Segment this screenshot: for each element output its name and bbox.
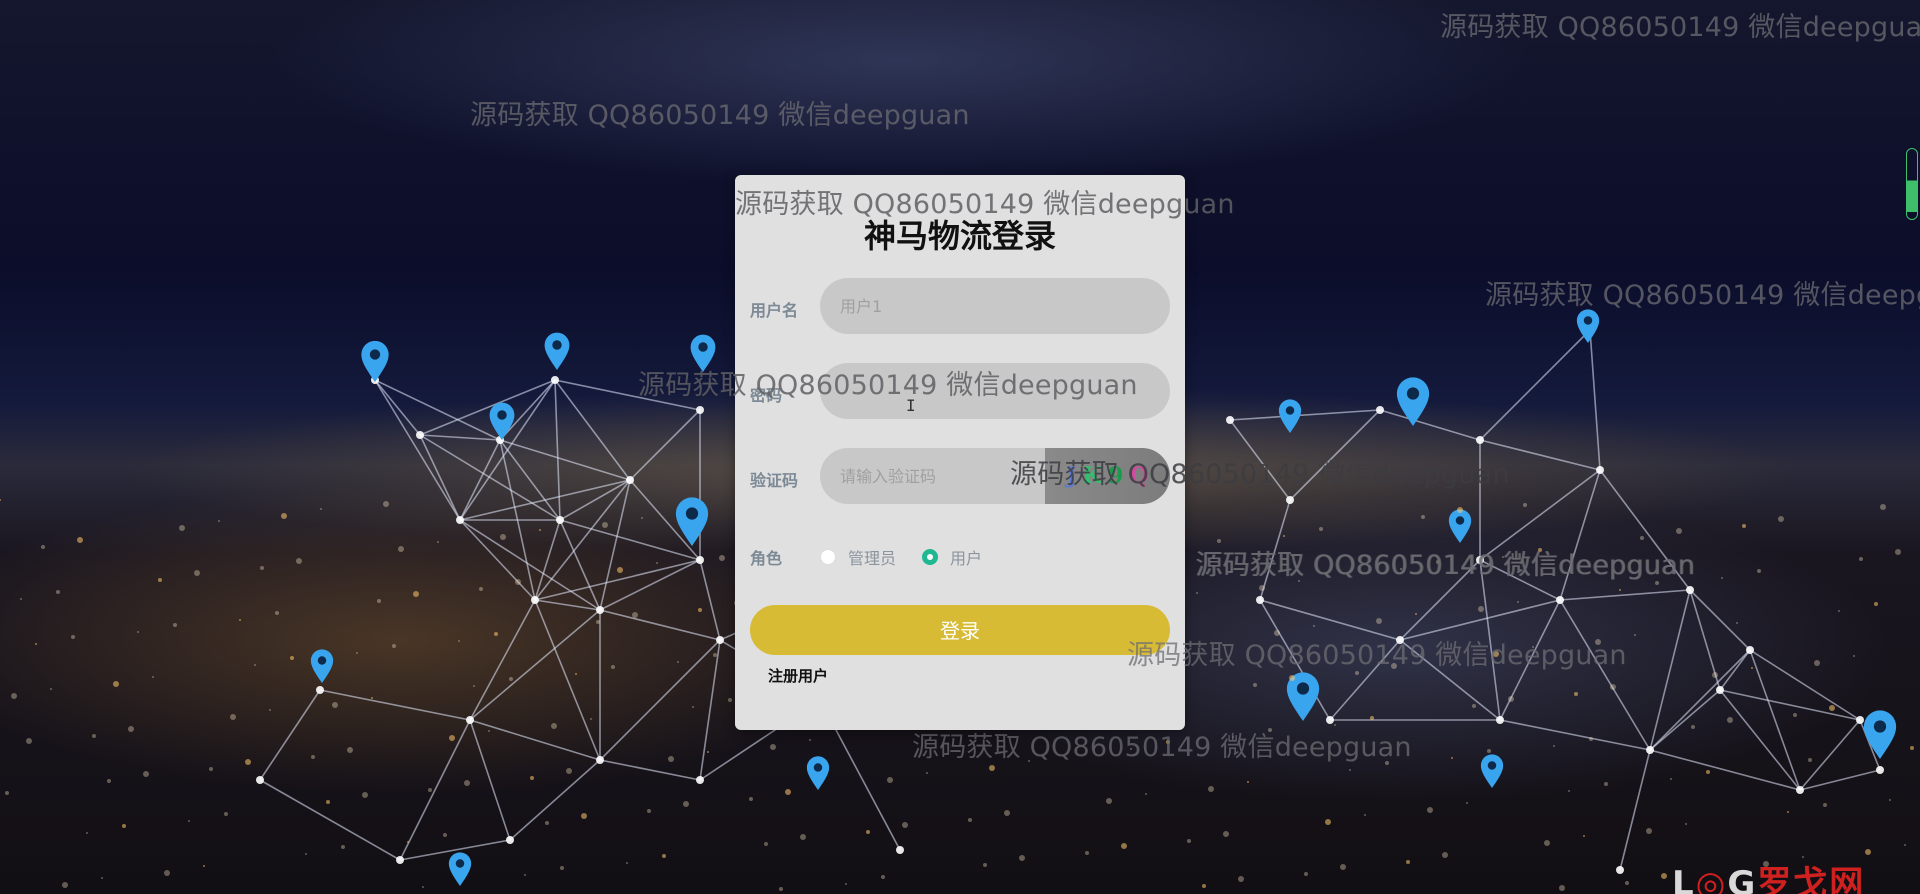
location-pin-icon bbox=[1863, 710, 1897, 759]
location-pin-icon bbox=[489, 402, 515, 440]
logo-mark-icon: ◎ bbox=[1695, 864, 1728, 894]
location-pin-icon bbox=[544, 332, 570, 370]
captcha-field-wrapper: J K 9 Q bbox=[820, 448, 1170, 504]
logo-letter: G bbox=[1727, 864, 1758, 894]
page-title: 神马物流登录 bbox=[863, 217, 1056, 255]
location-pin-icon bbox=[1448, 509, 1472, 543]
scroll-indicator[interactable] bbox=[1906, 148, 1918, 220]
logo-letter: L bbox=[1672, 864, 1696, 894]
brand-logo: L◎G罗戈网 bbox=[1672, 856, 1865, 894]
location-pin-icon bbox=[690, 334, 716, 372]
captcha-field[interactable] bbox=[838, 465, 1032, 487]
location-pin-icon bbox=[310, 649, 334, 683]
role-radio-user-label: 用户 bbox=[950, 549, 983, 568]
login-button[interactable]: 登录 bbox=[750, 605, 1170, 655]
location-pin-icon bbox=[448, 852, 472, 886]
captcha-char: 9 bbox=[1108, 463, 1124, 489]
text-cursor-icon: I bbox=[906, 396, 916, 415]
username-field[interactable] bbox=[838, 295, 1152, 317]
register-link[interactable]: 注册用户 bbox=[768, 665, 828, 686]
login-card: 神马物流登录 用户名 密码 验证码 J K 9 Q 角色 管理员 用户 登录 注… bbox=[735, 175, 1185, 730]
logo-cn: 罗戈网 bbox=[1757, 864, 1866, 894]
password-field-wrapper bbox=[820, 363, 1170, 419]
location-pin-icon bbox=[1278, 399, 1302, 433]
location-pin-icon bbox=[806, 756, 830, 790]
role-radio-admin-label: 管理员 bbox=[848, 549, 897, 568]
username-label: 用户名 bbox=[750, 301, 799, 320]
password-field[interactable] bbox=[838, 380, 1152, 402]
role-label: 角色 bbox=[750, 549, 783, 568]
captcha-char: K bbox=[1082, 463, 1103, 489]
captcha-char: J bbox=[1066, 463, 1077, 489]
captcha-image[interactable]: J K 9 Q bbox=[1045, 448, 1170, 504]
location-pin-icon bbox=[1480, 754, 1504, 788]
role-radio-admin[interactable] bbox=[820, 549, 836, 565]
captcha-char: Q bbox=[1129, 463, 1149, 489]
password-label: 密码 bbox=[750, 386, 783, 405]
location-pin-icon bbox=[1576, 309, 1600, 343]
role-radio-group: 管理员 用户 bbox=[820, 545, 1008, 569]
location-pin-icon bbox=[1396, 377, 1430, 426]
location-pin-icon bbox=[361, 340, 389, 382]
captcha-label: 验证码 bbox=[750, 471, 799, 490]
role-radio-user[interactable] bbox=[922, 549, 939, 565]
username-field-wrapper bbox=[820, 278, 1170, 334]
